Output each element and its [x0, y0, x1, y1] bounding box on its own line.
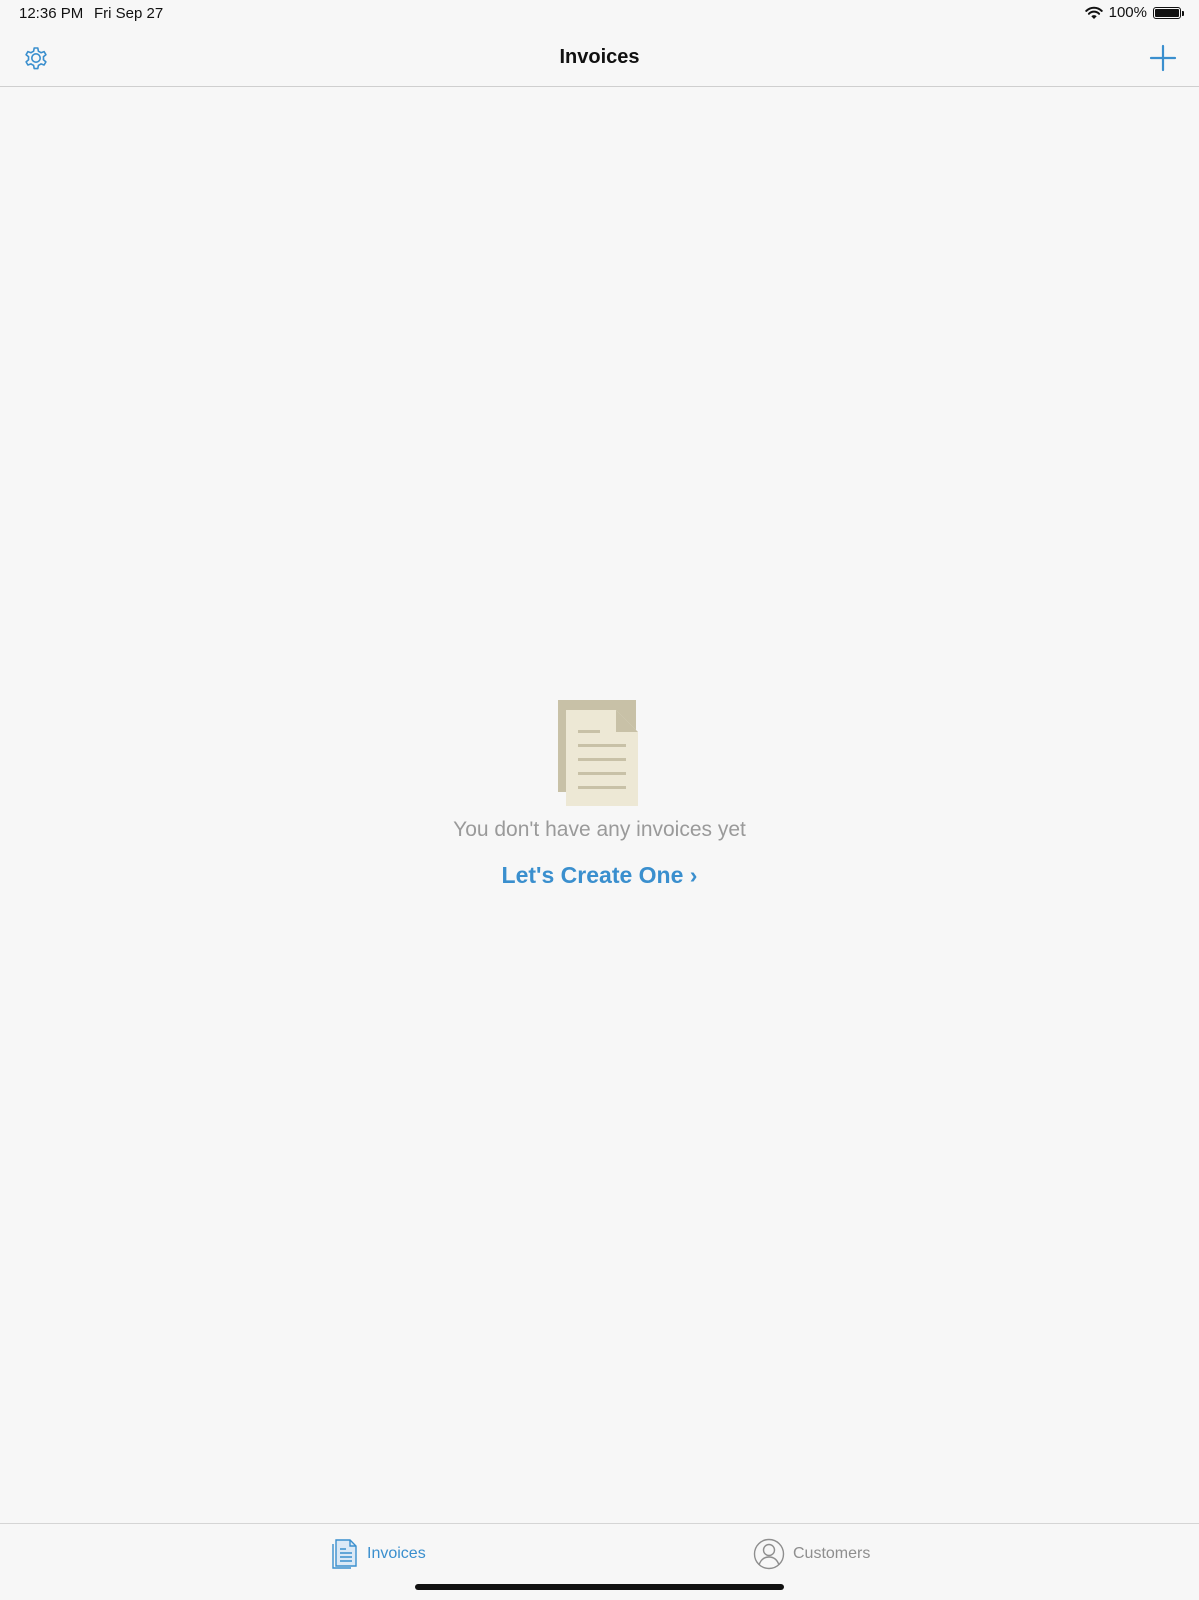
- empty-message: You don't have any invoices yet: [453, 818, 746, 841]
- battery-fill: [1155, 8, 1179, 17]
- home-indicator[interactable]: [415, 1584, 784, 1590]
- tab-invoices[interactable]: Invoices: [331, 1538, 426, 1570]
- empty-state: You don't have any invoices yet Let's Cr…: [0, 700, 1199, 889]
- status-date: Fri Sep 27: [94, 5, 164, 22]
- add-invoice-button[interactable]: [1147, 42, 1179, 74]
- tab-customers-label: Customers: [793, 1545, 871, 1562]
- tab-customers[interactable]: Customers: [753, 1538, 870, 1570]
- document-icon: [557, 700, 638, 806]
- wifi-icon: [1084, 6, 1103, 19]
- plus-icon: [1149, 44, 1177, 72]
- invoice-document-icon: [332, 1539, 357, 1569]
- status-time: 12:36 PM: [19, 5, 84, 22]
- status-right: 100%: [1084, 4, 1184, 21]
- battery-percent: 100%: [1108, 4, 1147, 21]
- create-invoice-link[interactable]: Let's Create One ›: [502, 862, 698, 889]
- page-title: Invoices: [559, 46, 640, 68]
- battery-icon: [1153, 6, 1184, 19]
- navigation-bar: Invoices: [0, 30, 1199, 87]
- tab-invoices-label: Invoices: [367, 1545, 426, 1562]
- person-icon: [753, 1538, 785, 1570]
- status-bar: 12:36 PM Fri Sep 27 100%: [0, 0, 1199, 30]
